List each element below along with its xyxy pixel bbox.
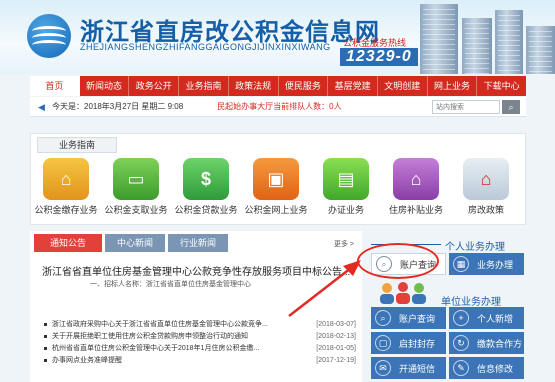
personal-business-title: 个人业务办理 [445, 242, 505, 253]
nav-item-policies[interactable]: 政策法规 [229, 76, 279, 96]
unseal-seal-button[interactable]: ▢ 启封封存 [371, 332, 446, 354]
search-icon[interactable]: ⌕ [502, 100, 520, 114]
guide-item-label: 公积金支取业务 [104, 205, 168, 215]
subsidy-icon: ⌂ [393, 158, 439, 200]
guide-item-certificate[interactable]: ▤ 办证业务 [311, 158, 381, 216]
add-individual-button[interactable]: + 个人新增 [449, 307, 524, 329]
business-guide-panel: 业务指南 ⌂ 公积金缴存业务 ▭ 公积金支取业务 $ 公积金贷款业务 ▣ 公积金… [30, 133, 526, 225]
nav-item-business-guide[interactable]: 业务指南 [179, 76, 229, 96]
guide-item-loan[interactable]: $ 公积金贷款业务 [171, 158, 241, 216]
unit-account-query-button[interactable]: ⌕ 账户查询 [371, 307, 446, 329]
edit-icon: ✎ [453, 360, 469, 376]
nav-item-gov-affairs[interactable]: 政务公开 [129, 76, 180, 96]
list-item[interactable]: 杭州省省直单位住房公积金管理中心关于2018年1月住房公积金缴... [2018… [44, 343, 356, 355]
nav-item-news[interactable]: 新闻动态 [80, 76, 130, 96]
logo-icon[interactable] [27, 14, 71, 58]
grid-icon: ▦ [453, 256, 469, 272]
nav-item-party[interactable]: 基层党建 [328, 76, 378, 96]
list-item[interactable]: 浙江省政府采购中心关于浙江省省直单位住房基金管理中心公款竞争... [2018-… [44, 319, 356, 331]
cycle-icon: ↻ [453, 335, 469, 351]
site-search-input[interactable] [432, 100, 500, 114]
building-image [495, 10, 523, 74]
news-source: 一、招标人名称：浙江省省直单位住房基金管理中心 [90, 281, 251, 288]
tab-industry-news[interactable]: 行业新闻 [168, 234, 229, 252]
payment-partner-button[interactable]: ↻ 缴款合作方 [449, 332, 524, 354]
guide-item-label: 房改政策 [467, 205, 504, 215]
info-bar: ◀ 今天是：2018年3月27日 星期二 9:08 民起始办事大厅当前排队人数：… [30, 97, 526, 117]
tab-center-news[interactable]: 中心新闻 [105, 234, 166, 252]
unit-business-title: 单位业务办理 [441, 297, 501, 308]
current-date: 今天是：2018年3月27日 星期二 9:08 [52, 102, 184, 111]
site-subtitle: ZHEJIANGSHENGZHIFANGGAIGONGJIJINXINXIWAN… [80, 42, 331, 52]
enable-sms-button[interactable]: ✉ 开通短信 [371, 357, 446, 379]
nav-item-home[interactable]: 首页 [30, 76, 80, 96]
speaker-icon: ◀ [38, 101, 45, 112]
house-money-icon: ⌂ [43, 158, 89, 200]
nav-item-downloads[interactable]: 下载中心 [477, 76, 526, 96]
nav-item-services[interactable]: 便民服务 [279, 76, 329, 96]
guide-item-label: 公积金网上业务 [244, 205, 308, 215]
hotline-number: 12329-0 [340, 48, 418, 66]
message-icon: ✉ [375, 360, 391, 376]
building-image [420, 4, 458, 74]
house-icon: ⌂ [463, 158, 509, 200]
edit-info-button[interactable]: ✎ 信息修改 [449, 357, 524, 379]
list-item[interactable]: 关于开展拒绝职工使用住房公积金贷款购房申领整治行动的通知 [2018-02-13… [44, 331, 356, 343]
card-icon: ▭ [113, 158, 159, 200]
guide-item-policy[interactable]: ⌂ 房改政策 [451, 158, 521, 216]
news-list: 浙江省政府采购中心关于浙江省省直单位住房基金管理中心公款竞争... [2018-… [44, 319, 356, 367]
dollar-icon: $ [183, 158, 229, 200]
highlight-oval [357, 243, 439, 279]
guide-item-subsidy[interactable]: ⌂ 住房补贴业务 [381, 158, 451, 216]
guide-item-label: 办证业务 [327, 205, 364, 215]
personal-business-button[interactable]: ▦ 业务办理 [449, 253, 524, 275]
certificate-icon: ▤ [323, 158, 369, 200]
lock-icon: ▢ [375, 335, 391, 351]
main-nav: 首页 新闻动态 政务公开 业务指南 政策法规 便民服务 基层党建 文明创建 网上… [30, 76, 526, 96]
guide-item-withdraw[interactable]: ▭ 公积金支取业务 [101, 158, 171, 216]
building-image [462, 18, 492, 74]
queue-marquee: 民起始办事大厅当前排队人数：0人 [217, 102, 342, 111]
guide-item-label: 住房补贴业务 [388, 205, 443, 215]
computer-icon: ▣ [253, 158, 299, 200]
search-icon: ⌕ [375, 310, 391, 326]
arrow-icon [288, 260, 361, 317]
building-image [526, 26, 555, 74]
guide-item-label: 公积金贷款业务 [174, 205, 238, 215]
plus-icon: + [453, 310, 469, 326]
guide-item-label: 公积金缴存业务 [34, 205, 98, 215]
list-item[interactable]: 办事网点业务准峰提醒 [2017-12-19] [44, 355, 356, 367]
people-icon [380, 282, 426, 304]
nav-item-online-business[interactable]: 网上业务 [428, 76, 478, 96]
nav-item-civilization[interactable]: 文明创建 [378, 76, 428, 96]
site-header: 浙江省直房改公积金信息网 ZHEJIANGSHENGZHIFANGGAIGONG… [0, 0, 555, 74]
guide-item-deposit[interactable]: ⌂ 公积金缴存业务 [31, 158, 101, 216]
guide-item-online[interactable]: ▣ 公积金网上业务 [241, 158, 311, 216]
more-link[interactable]: 更多 > [334, 239, 354, 249]
tab-notices[interactable]: 通知公告 [34, 234, 103, 252]
guide-tab[interactable]: 业务指南 [37, 137, 117, 153]
